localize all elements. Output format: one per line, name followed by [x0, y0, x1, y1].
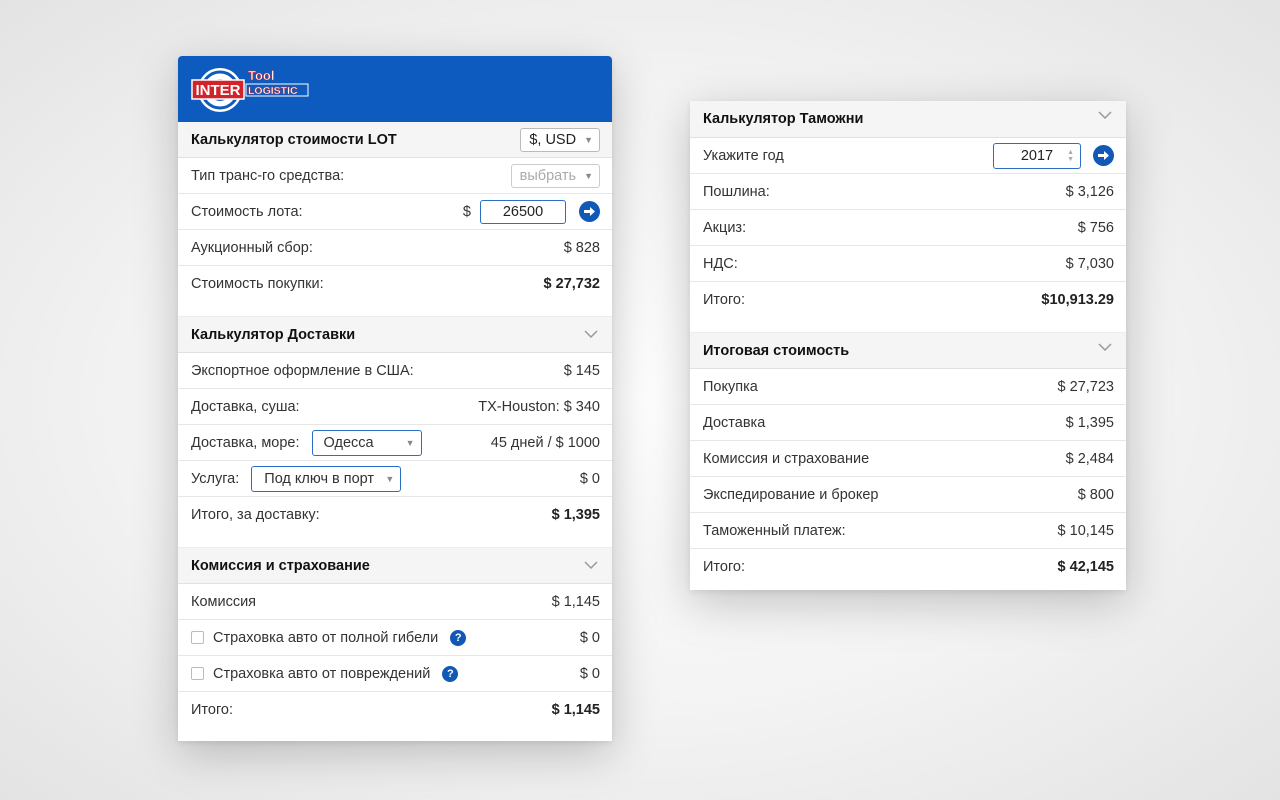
excise-value: $ 756 [1077, 219, 1114, 236]
vehicle-type-select[interactable]: выбрать ▼ [510, 163, 600, 188]
auction-fee-row: Аукционный сбор: $ 828 [178, 230, 612, 266]
final-total-value: $ 42,145 [1057, 558, 1114, 575]
final-value: $ 1,395 [1065, 414, 1114, 431]
question-circle-icon[interactable]: ? [442, 665, 459, 682]
lot-price-row: Стоимость лота: $ 26500 [178, 194, 612, 230]
final-value: $ 27,723 [1057, 378, 1114, 395]
commission-value: $ 1,145 [551, 593, 600, 610]
vat-row: НДС: $ 7,030 [690, 246, 1126, 282]
sea-port-select[interactable]: Одесса ▼ [311, 429, 422, 456]
land-delivery-row: Доставка, суша: TX-Houston: $ 340 [178, 389, 612, 425]
customs-calculator-panel: Калькулятор Таможни Укажите год 2017 ▲ ▼ … [690, 101, 1126, 590]
insurance-damage-row: Страховка авто от повреждений ? $ 0 [178, 656, 612, 692]
commission-header[interactable]: Комиссия и страхование [178, 547, 612, 584]
purchase-price-value: $ 27,732 [543, 275, 600, 292]
customs-title: Калькулятор Таможни [703, 111, 864, 127]
svg-text:LOGISTIC: LOGISTIC [248, 85, 298, 97]
vehicle-type-row: Тип транс-го средства: выбрать ▼ [178, 158, 612, 194]
spinner-icon[interactable]: ▲ ▼ [1067, 149, 1074, 163]
sea-delivery-value: 45 дней / $ 1000 [490, 434, 600, 451]
export-clearance-row: Экспортное оформление в США: $ 145 [178, 353, 612, 389]
final-cost-title: Итоговая стоимость [703, 342, 850, 359]
commission-row: Комиссия $ 1,145 [178, 584, 612, 620]
customs-calc-go-button[interactable] [1093, 145, 1114, 166]
insurance-damage-value: $ 0 [579, 665, 600, 682]
svg-text:Tool: Tool [248, 68, 274, 83]
final-value: $ 10,145 [1057, 522, 1114, 539]
final-row: Комиссия и страхование $ 2,484 [690, 441, 1126, 477]
chevron-down-icon[interactable] [1098, 110, 1112, 120]
lot-calculator-header: Калькулятор стоимости LOT $, USD ▼ [178, 122, 612, 158]
service-value: $ 0 [579, 470, 600, 487]
lot-calc-go-button[interactable] [579, 201, 600, 222]
insurance-total-loss-value: $ 0 [579, 629, 600, 646]
service-row: Услуга: Под ключ в порт ▼ $ 0 [178, 461, 612, 497]
insurance-damage-checkbox[interactable] [191, 667, 204, 680]
logo-bar: INTER Tool LOGISTIC [178, 56, 612, 122]
lot-calculator-panel: INTER Tool LOGISTIC Калькулятор стоимост… [178, 56, 612, 741]
final-cost-header[interactable]: Итоговая стоимость [690, 332, 1126, 369]
export-clearance-value: $ 145 [563, 362, 600, 379]
chevron-down-icon[interactable] [1098, 343, 1112, 352]
year-row: Укажите год 2017 ▲ ▼ [690, 138, 1126, 174]
question-circle-icon[interactable]: ? [450, 629, 467, 646]
year-input[interactable]: 2017 ▲ ▼ [993, 142, 1081, 169]
insurance-total-loss-row: Страховка авто от полной гибели ? $ 0 [178, 620, 612, 656]
final-value: $ 800 [1077, 486, 1114, 503]
currency-select[interactable]: $, USD ▼ [520, 127, 600, 152]
arrow-right-icon [584, 207, 595, 216]
delivery-calculator-title: Калькулятор Доставки [191, 326, 356, 343]
land-delivery-value: TX-Houston: $ 340 [478, 398, 600, 415]
commission-title: Комиссия и страхование [191, 557, 370, 574]
delivery-total-row: Итого, за доставку: $ 1,395 [191, 506, 600, 523]
dropdown-arrow-icon: ▼ [405, 437, 415, 448]
dropdown-arrow-icon: ▼ [584, 134, 593, 145]
delivery-calculator-header[interactable]: Калькулятор Доставки [178, 316, 612, 353]
final-row: Доставка $ 1,395 [690, 405, 1126, 441]
final-total-row: Итого: $ 42,145 [703, 558, 1114, 575]
inter-tool-logistic-logo: INTER Tool LOGISTIC [191, 68, 309, 112]
lot-calculator-title: Калькулятор стоимости LOT [191, 131, 397, 148]
arrow-right-icon [1098, 151, 1109, 160]
svg-text:INTER: INTER [196, 82, 241, 99]
duty-row: Пошлина: $ 3,126 [690, 174, 1126, 210]
service-select[interactable]: Под ключ в порт ▼ [251, 465, 402, 492]
auction-fee-value: $ 828 [563, 239, 600, 256]
final-row: Покупка $ 27,723 [690, 369, 1126, 405]
chevron-down-icon[interactable] [584, 330, 598, 339]
lot-price-input[interactable]: 26500 [480, 199, 566, 224]
customs-header[interactable]: Калькулятор Таможни [690, 101, 1126, 138]
sea-delivery-row: Доставка, море: Одесса ▼ 45 дней / $ 1000 [178, 425, 612, 461]
insurance-total-loss-checkbox[interactable] [191, 631, 204, 644]
excise-row: Акциз: $ 756 [690, 210, 1126, 246]
vat-value: $ 7,030 [1065, 255, 1114, 272]
purchase-price-row: Стоимость покупки: $ 27,732 [191, 275, 600, 292]
delivery-total-value: $ 1,395 [551, 506, 600, 523]
customs-total-row: Итого: $10,913.29 [703, 291, 1114, 308]
duty-value: $ 3,126 [1065, 183, 1114, 200]
dropdown-arrow-icon: ▼ [584, 170, 593, 181]
final-value: $ 2,484 [1065, 450, 1114, 467]
final-row: Экспедирование и брокер $ 800 [690, 477, 1126, 513]
commission-total-value: $ 1,145 [551, 701, 600, 718]
customs-total-value: $10,913.29 [1041, 291, 1114, 308]
final-row: Таможенный платеж: $ 10,145 [690, 513, 1126, 549]
commission-total-row: Итого: $ 1,145 [191, 701, 600, 718]
dropdown-arrow-icon: ▼ [385, 473, 395, 484]
chevron-down-icon[interactable] [584, 561, 598, 570]
